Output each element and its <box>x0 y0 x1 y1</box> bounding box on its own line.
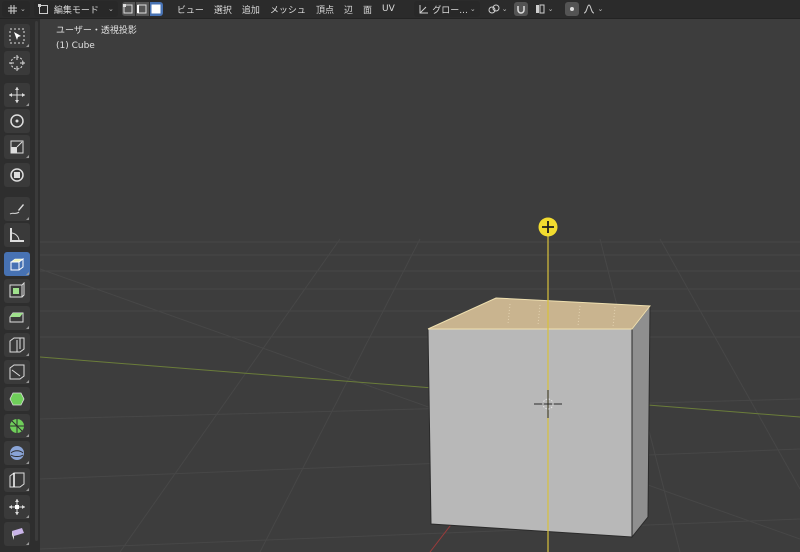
pivot-link-icon <box>488 3 500 15</box>
tool-move[interactable] <box>4 83 30 107</box>
tool-measure[interactable] <box>4 223 30 247</box>
bevel-icon <box>9 312 24 323</box>
chevron-down-icon: ⌄ <box>20 5 26 13</box>
tool-extrude[interactable] <box>4 252 30 276</box>
tool-shelf-scrollbar[interactable] <box>35 21 38 541</box>
falloff-curve-icon <box>583 3 595 15</box>
polybuild-icon <box>9 392 25 406</box>
vertex-select-button[interactable] <box>121 2 135 16</box>
tool-smooth[interactable] <box>4 441 30 465</box>
transform-orientation-dropdown[interactable]: グロー... ⌄ <box>413 1 480 17</box>
shrink-icon <box>9 499 25 515</box>
tool-transform[interactable] <box>4 163 30 187</box>
face-select-icon <box>151 4 161 14</box>
cube-front-face[interactable] <box>427 328 633 538</box>
ruler-icon <box>10 228 24 242</box>
viewport-scene <box>40 217 800 552</box>
floor-grid <box>40 238 800 552</box>
menu-uv[interactable]: UV <box>377 1 400 17</box>
menu-face[interactable]: 面 <box>358 1 377 17</box>
orientation-label: グロー... <box>432 5 468 16</box>
3d-viewport[interactable]: ユーザー・透視投影 (1) Cube <box>40 19 800 552</box>
tool-cursor[interactable] <box>4 51 30 75</box>
shear-icon <box>12 528 24 540</box>
chevron-down-icon: ⌄ <box>469 5 476 13</box>
viewport-info: ユーザー・透視投影 (1) Cube <box>56 24 137 54</box>
pencil-icon <box>9 204 24 215</box>
tool-knife[interactable] <box>4 360 30 384</box>
knife-icon <box>9 364 25 380</box>
inset-icon <box>9 282 25 298</box>
proportional-edit-icon <box>570 7 575 11</box>
pivot-dropdown[interactable]: ⌄ <box>484 1 512 17</box>
tool-select-box[interactable] <box>4 24 30 48</box>
menu-add[interactable]: 追加 <box>237 1 265 17</box>
magnet-icon <box>516 6 525 14</box>
proportional-edit-toggle[interactable] <box>565 2 580 16</box>
editor-type-dropdown[interactable]: ⌄ <box>2 1 30 17</box>
menu-edge[interactable]: 辺 <box>339 1 358 17</box>
scale-icon <box>10 140 24 154</box>
face-select-button[interactable] <box>149 2 163 16</box>
move-icon <box>9 87 25 103</box>
view-name: ユーザー・透視投影 <box>56 26 137 36</box>
menu-view[interactable]: ビュー <box>172 1 209 17</box>
cube-right-face[interactable] <box>631 304 651 539</box>
select-mode-group <box>121 2 164 16</box>
rotate-icon <box>10 114 24 128</box>
chevron-down-icon: ⌄ <box>597 5 604 13</box>
x-axis-line <box>40 356 800 418</box>
tool-shear[interactable] <box>4 522 30 546</box>
editor-type-icon <box>6 3 18 15</box>
spin-icon <box>10 419 24 433</box>
edit-mode-icon <box>38 3 50 15</box>
tool-scale[interactable] <box>4 135 30 159</box>
vertex-select-icon <box>123 4 133 14</box>
tool-poly-build[interactable] <box>4 387 30 411</box>
edge-select-button[interactable] <box>135 2 149 16</box>
snap-increment-icon <box>534 3 546 15</box>
object-info: (1) Cube <box>56 41 95 51</box>
extrude-icon <box>10 258 24 271</box>
chevron-down-icon: ⌄ <box>108 5 114 13</box>
cursor-icon <box>9 28 25 44</box>
tool-bevel[interactable] <box>4 306 30 330</box>
menu-select[interactable]: 選択 <box>209 1 237 17</box>
crosshair-icon <box>9 55 25 71</box>
proportional-falloff-dropdown[interactable]: ⌄ <box>579 1 607 17</box>
snap-target-dropdown[interactable]: ⌄ <box>530 1 558 17</box>
mode-dropdown[interactable]: 編集モード ⌄ <box>33 1 118 17</box>
orientation-icon <box>418 3 430 15</box>
edge-select-icon <box>137 4 147 14</box>
tool-shelf <box>0 19 40 552</box>
tool-rotate[interactable] <box>4 109 30 133</box>
tool-spin[interactable] <box>4 414 30 438</box>
chevron-down-icon: ⌄ <box>501 5 508 13</box>
transform-icon <box>10 168 24 182</box>
tool-shrink-fatten[interactable] <box>4 495 30 519</box>
loopcut-icon <box>9 337 25 353</box>
mode-label: 編集モード <box>53 5 99 16</box>
tool-inset[interactable] <box>4 279 30 303</box>
tool-edge-slide[interactable] <box>4 468 30 492</box>
menu-vertex[interactable]: 頂点 <box>311 1 339 17</box>
tool-annotate[interactable] <box>4 197 30 221</box>
smooth-icon <box>10 446 24 460</box>
chevron-down-icon: ⌄ <box>547 5 554 13</box>
snap-toggle[interactable] <box>513 2 528 16</box>
extrude-gizmo-handle-icon[interactable] <box>538 217 558 237</box>
tool-loop-cut[interactable] <box>4 333 30 357</box>
viewport-header: ⌄ 編集モード ⌄ ビュー 選択 追加 メッシュ 頂点 辺 面 UV グロー..… <box>0 0 800 19</box>
edgeslide-icon <box>9 472 25 488</box>
menu-mesh[interactable]: メッシュ <box>265 1 311 17</box>
